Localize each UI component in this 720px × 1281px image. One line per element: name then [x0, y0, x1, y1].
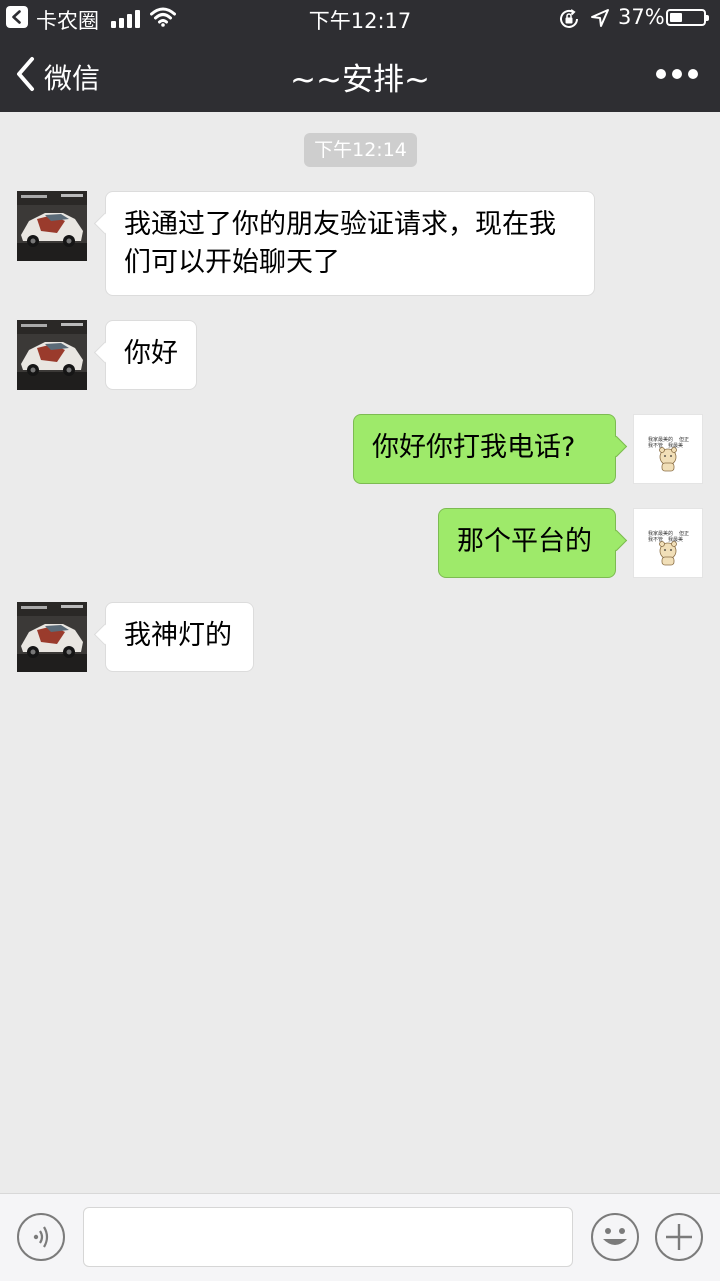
- message-input[interactable]: [83, 1207, 573, 1267]
- svg-text:但正: 但正: [679, 530, 689, 537]
- bear-sticker-icon: 我家最美的 但正 我不管 我最美: [648, 530, 689, 566]
- my-avatar[interactable]: 我家最美的 但正 我不管 我最美: [633, 414, 703, 484]
- battery-level: [670, 13, 682, 22]
- chat-title: ~~安排~: [290, 62, 430, 98]
- input-bar: [0, 1193, 720, 1281]
- car-photo-icon: [17, 320, 87, 390]
- plus-icon[interactable]: [655, 1213, 703, 1261]
- chat-timestamp: 下午12:14: [304, 133, 417, 167]
- contact-avatar[interactable]: [17, 191, 87, 261]
- message-bubble-outgoing[interactable]: 你好你打我电话?: [353, 414, 616, 484]
- svg-text:我家最美的: 我家最美的: [648, 530, 673, 537]
- more-dots-icon[interactable]: [650, 60, 704, 88]
- status-time: 下午12:17: [308, 9, 412, 33]
- contact-avatar[interactable]: [17, 602, 87, 672]
- car-photo-icon: [17, 602, 87, 672]
- bear-sticker-icon: 我家最美的 但正 我不管 我最美: [648, 436, 689, 472]
- location-arrow-icon: [590, 8, 610, 33]
- status-bar: 卡农圈 下午12:17 37%: [0, 0, 720, 36]
- car-photo-icon: [17, 191, 87, 261]
- battery-icon: [666, 9, 709, 26]
- my-avatar[interactable]: 我家最美的 但正 我不管 我最美: [633, 508, 703, 578]
- svg-text:但正: 但正: [679, 436, 689, 443]
- message-bubble-incoming[interactable]: 你好: [105, 320, 197, 390]
- nav-bar: 微信 ~~安排~: [0, 36, 720, 112]
- orientation-lock-icon: [558, 8, 580, 35]
- svg-text:我家最美的: 我家最美的: [648, 436, 673, 443]
- battery-percent: 37%: [618, 5, 665, 29]
- emoji-icon[interactable]: [591, 1213, 639, 1261]
- message-bubble-incoming[interactable]: 我神灯的: [105, 602, 254, 672]
- contact-avatar[interactable]: [17, 320, 87, 390]
- message-bubble-incoming[interactable]: 我通过了你的朋友验证请求，现在我们可以开始聊天了: [105, 191, 595, 296]
- voice-icon[interactable]: [17, 1213, 65, 1261]
- message-bubble-outgoing[interactable]: 那个平台的: [438, 508, 616, 578]
